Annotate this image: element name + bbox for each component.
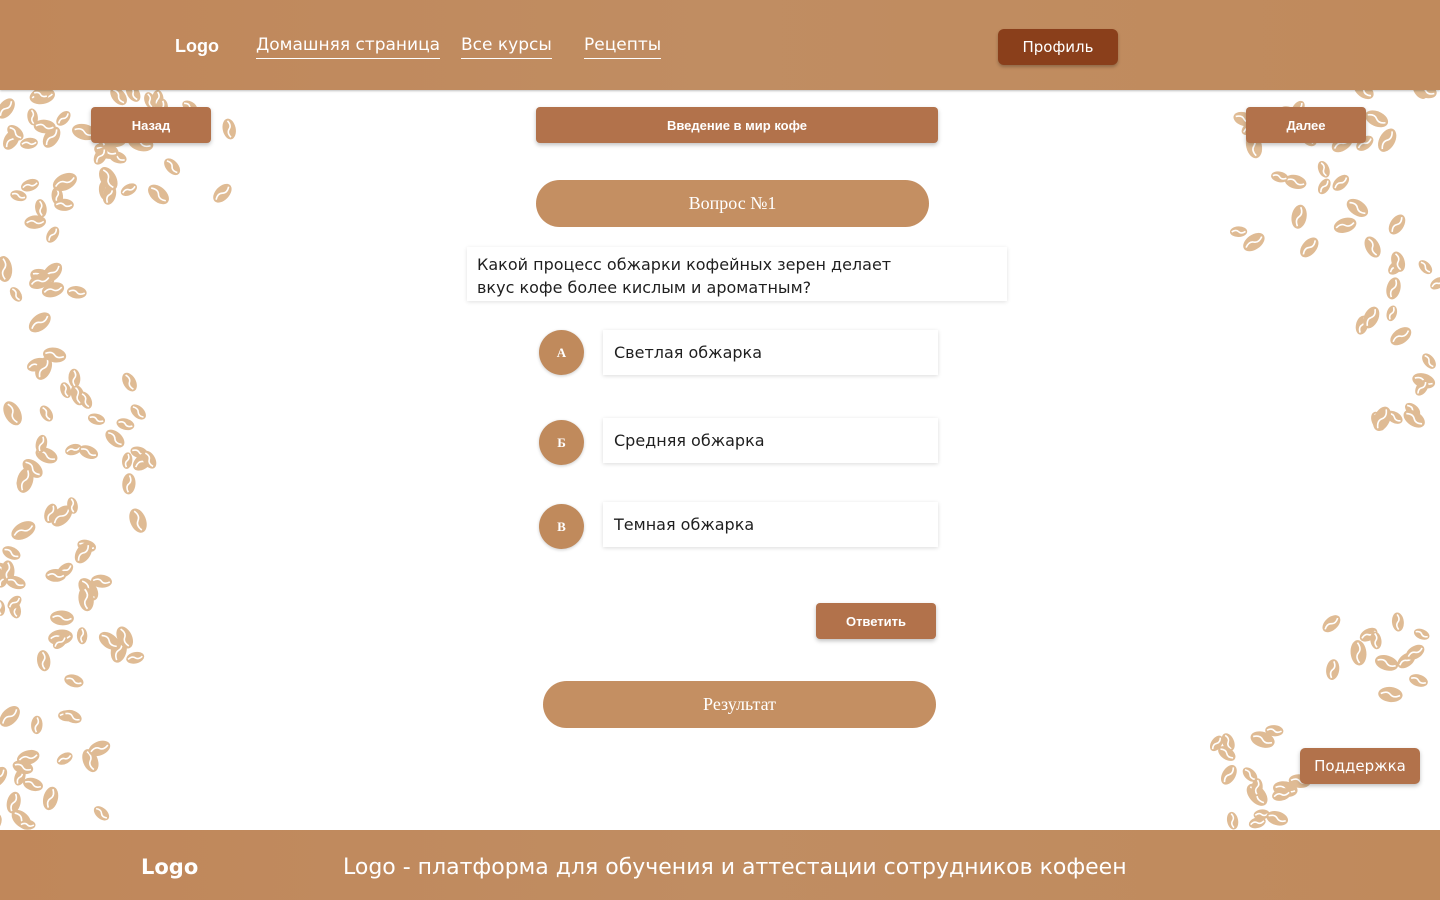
coffee-bean-icon — [1322, 615, 1341, 633]
coffee-bean-icon — [21, 178, 39, 192]
answer-button[interactable]: Ответить — [816, 603, 936, 639]
coffee-bean-icon — [1391, 612, 1404, 632]
coffee-bean-icon — [50, 610, 74, 626]
support-button[interactable]: Поддержка — [1300, 748, 1420, 784]
coffee-bean-icon — [1390, 327, 1412, 346]
coffee-bean-icon — [1413, 628, 1430, 640]
coffee-bean-icon — [42, 786, 59, 811]
coffee-bean-icon — [1353, 90, 1374, 100]
option-c-text[interactable]: Темная обжарка — [603, 502, 938, 547]
coffee-bean-icon — [1226, 811, 1239, 830]
footer-logo[interactable]: Logo — [141, 855, 198, 879]
option-c-marker[interactable]: В — [539, 504, 584, 549]
coffee-bean-icon — [1378, 128, 1397, 152]
coffee-bean-icon — [1333, 217, 1357, 233]
site-header: Logo Домашняя страница Все курсы Рецепты… — [0, 0, 1440, 90]
coffee-bean-icon — [129, 508, 147, 533]
coffee-bean-icon — [64, 674, 84, 688]
lesson-title-button[interactable]: Введение в мир кофе — [536, 107, 938, 143]
option-b-text[interactable]: Средняя обжарка — [603, 418, 938, 463]
coffee-bean-icon — [164, 158, 181, 176]
question-text: Какой процесс обжарки кофейных зерен дел… — [467, 247, 1007, 301]
coffee-bean-icon — [0, 599, 6, 616]
option-a-text[interactable]: Светлая обжарка — [603, 330, 938, 375]
coffee-bean-icon — [1221, 765, 1237, 785]
coffee-bean-icon — [0, 706, 20, 727]
coffee-bean-icon — [1317, 160, 1330, 178]
result-button[interactable]: Результат — [543, 681, 936, 728]
coffee-bean-icon — [9, 287, 23, 302]
coffee-bean-icon — [28, 312, 51, 333]
coffee-bean-icon — [0, 98, 15, 119]
nav-link-recipes[interactable]: Рецепты — [584, 35, 662, 59]
coffee-bean-icon — [1386, 305, 1398, 322]
coffee-bean-icon — [46, 226, 60, 243]
footer-tagline: Logo - платформа для обучения и аттестац… — [343, 855, 1127, 880]
coffee-bean-icon — [126, 651, 145, 664]
coffee-bean-icon — [213, 183, 232, 203]
coffee-bean-icon — [66, 286, 87, 299]
coffee-bean-icon — [1300, 237, 1319, 258]
coffee-bean-icon — [36, 650, 51, 672]
coffee-bean-icon — [45, 569, 66, 582]
coffee-bean-icon — [0, 256, 13, 282]
coffee-bean-icon — [63, 709, 82, 724]
coffee-bean-icon — [122, 452, 133, 469]
coffee-bean-icon — [56, 111, 71, 126]
option-b-marker[interactable]: Б — [539, 420, 584, 465]
back-button[interactable]: Назад — [91, 107, 211, 143]
coffee-bean-icon — [1364, 236, 1381, 258]
coffee-bean-icon — [76, 627, 88, 645]
coffee-bean-icon — [0, 813, 2, 830]
coffee-bean-icon — [31, 715, 43, 735]
coffee-bean-icon — [35, 199, 47, 218]
coffee-bean-icon — [2, 546, 21, 560]
coffee-bean-icon — [3, 401, 22, 426]
question-number-badge: Вопрос №1 — [536, 180, 929, 227]
coffee-bean-icon — [222, 118, 236, 140]
coffee-bean-icon — [122, 473, 136, 495]
nav-link-home[interactable]: Домашняя страница — [256, 35, 441, 59]
coffee-bean-icon — [1365, 110, 1389, 128]
coffee-bean-icon — [116, 418, 135, 431]
coffee-bean-icon — [1332, 174, 1350, 191]
coffee-bean-icon — [1291, 204, 1307, 229]
coffee-bean-icon — [1388, 214, 1406, 235]
coffee-bean-icon — [105, 429, 125, 448]
coffee-bean-icon — [130, 404, 146, 420]
coffee-bean-icon — [39, 405, 54, 422]
coffee-bean-icon — [120, 183, 137, 197]
coffee-bean-icon — [1418, 260, 1433, 275]
coffee-bean-icon — [11, 521, 36, 540]
coffee-bean-icon — [1230, 226, 1248, 238]
coffee-bean-icon — [1386, 277, 1401, 300]
header-logo[interactable]: Logo — [175, 36, 219, 57]
next-button[interactable]: Далее — [1246, 107, 1366, 143]
coffee-bean-icon — [1326, 659, 1340, 680]
coffee-bean-icon — [56, 752, 73, 765]
coffee-bean-icon — [1346, 198, 1369, 217]
coffee-bean-icon — [1317, 178, 1331, 195]
coffee-bean-icon — [87, 413, 106, 425]
profile-button[interactable]: Профиль — [998, 29, 1118, 65]
coffee-bean-icon — [1375, 655, 1399, 671]
site-footer: Logo Logo - платформа для обучения и атт… — [0, 830, 1440, 900]
option-a-marker[interactable]: А — [539, 330, 584, 375]
coffee-bean-icon — [1378, 686, 1403, 703]
coffee-bean-icon — [93, 806, 110, 821]
coffee-bean-icon — [122, 372, 137, 392]
coffee-bean-icon — [1430, 277, 1440, 290]
coffee-bean-icon — [1422, 353, 1436, 369]
coffee-bean-icon — [1409, 674, 1428, 687]
coffee-bean-icon — [0, 766, 8, 788]
nav-link-all-courses[interactable]: Все курсы — [461, 35, 552, 59]
coffee-bean-icon — [148, 184, 169, 205]
coffee-bean-icon — [1350, 640, 1367, 666]
coffee-bean-icon — [68, 368, 81, 388]
